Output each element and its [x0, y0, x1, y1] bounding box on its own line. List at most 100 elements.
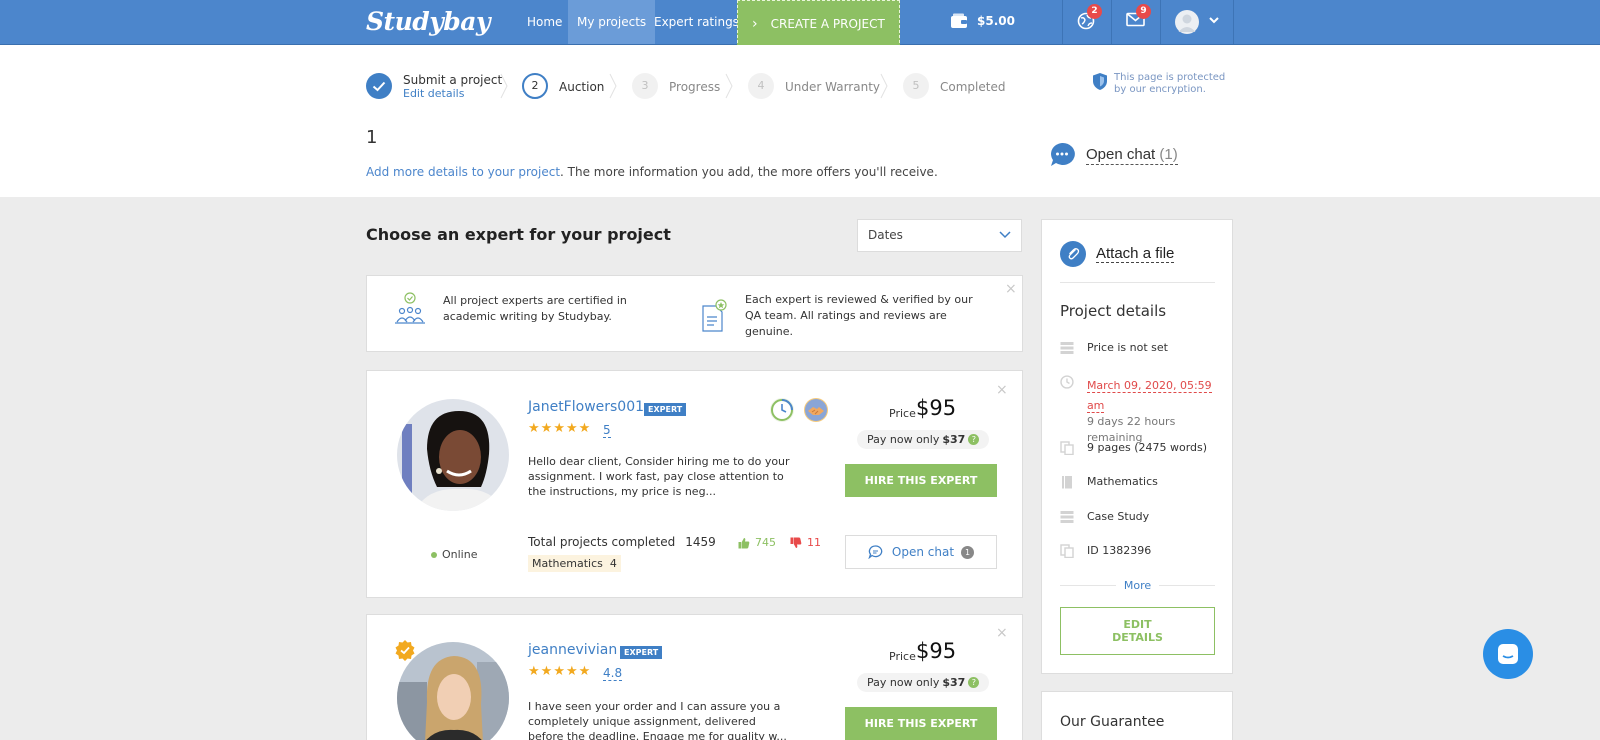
- expert-card: jeannevivian EXPERT ★ ★ ★ ★ ★ 4.8 I have see…: [366, 614, 1023, 740]
- chat-icon: [868, 545, 883, 559]
- chat-widget-icon: [1498, 644, 1518, 664]
- edit-label-line-2: DETAILS: [1112, 631, 1163, 644]
- subject-tag: Mathematics 4: [528, 555, 621, 572]
- dismiss-expert-icon[interactable]: ×: [996, 625, 1008, 641]
- chevron-down-icon[interactable]: [1208, 14, 1220, 26]
- subject-name: Mathematics: [532, 557, 603, 570]
- price-label: Price: [889, 407, 916, 420]
- subject-count: 4: [609, 557, 617, 570]
- create-project-button[interactable]: › CREATE A PROJECT: [737, 0, 900, 48]
- price-tag-icon: [1060, 342, 1074, 354]
- step-1-done: [366, 73, 392, 99]
- chevron-right-icon: ›: [752, 16, 758, 32]
- globe-notifications[interactable]: 2: [1077, 4, 1102, 30]
- open-chat-link[interactable]: Open chat (1): [1048, 141, 1178, 169]
- star-icon: ★: [553, 421, 565, 436]
- nav-my-projects[interactable]: My projects: [568, 0, 656, 44]
- expert-badge: EXPERT: [644, 403, 687, 416]
- more-toggle[interactable]: More: [1060, 579, 1215, 592]
- rating-stars: ★ ★ ★ ★ ★: [528, 421, 591, 436]
- expert-card: Online JanetFlowers001 EXPERT ★ ★ ★ ★ ★ 5 He…: [366, 370, 1023, 598]
- rating-value[interactable]: 5: [603, 423, 611, 438]
- rating-stars: ★ ★ ★ ★ ★: [528, 664, 591, 679]
- pages-icon: [1060, 441, 1074, 455]
- book-icon: [1062, 476, 1072, 489]
- deadline-value[interactable]: March 09, 2020, 05:59 am: [1086, 379, 1212, 413]
- step-3-circle: 3: [632, 73, 658, 99]
- header-divider: [1160, 0, 1161, 44]
- online-dot-icon: [431, 551, 437, 558]
- chat-unread-count: 1: [961, 545, 975, 559]
- user-silhouette-icon: [1178, 14, 1196, 32]
- user-avatar[interactable]: [1175, 10, 1199, 34]
- support-chat-button[interactable]: [1483, 629, 1533, 679]
- detail-subject: Mathematics: [1060, 474, 1158, 490]
- sort-dropdown[interactable]: Dates: [857, 219, 1022, 252]
- step-2-circle: 2: [522, 73, 548, 99]
- expert-name[interactable]: jeannevivian: [528, 642, 617, 658]
- step-5-circle: 5: [903, 73, 929, 99]
- chat-bubble-icon: [1051, 142, 1075, 166]
- id-value: ID 1382396: [1087, 544, 1152, 557]
- messages[interactable]: 9: [1126, 4, 1151, 27]
- wallet-balance[interactable]: $5.00: [950, 13, 1015, 29]
- expert-avatar-image: [397, 399, 509, 511]
- attach-file-link[interactable]: Attach a file: [1060, 241, 1175, 267]
- add-more-details-link[interactable]: Add more details to your project: [366, 165, 560, 179]
- detail-id: ID 1382396: [1060, 543, 1151, 559]
- step-1-label: Submit a project: [403, 73, 503, 87]
- messages-badge: 9: [1136, 4, 1151, 19]
- security-line-2: by our encryption.: [1114, 84, 1206, 95]
- more-label: More: [1123, 579, 1152, 592]
- downvote-count: 11: [807, 536, 821, 549]
- dismiss-expert-icon[interactable]: ×: [996, 382, 1008, 398]
- pay-now-amount: $37: [942, 676, 966, 689]
- step-3-label: Progress: [669, 80, 721, 94]
- step-4-label: Under Warranty: [785, 80, 881, 94]
- achievement-badge[interactable]: [804, 398, 828, 422]
- edit-details-link[interactable]: Edit details: [403, 87, 464, 100]
- edit-details-button[interactable]: EDIT DETAILS: [1060, 607, 1215, 655]
- star-icon: ★: [528, 664, 540, 679]
- rating-value[interactable]: 4.8: [603, 666, 623, 681]
- paperclip-icon: [1060, 241, 1086, 267]
- security-note: This page is protected by our encryption…: [1092, 72, 1225, 96]
- step-separator: [725, 73, 733, 99]
- header-divider: [1062, 0, 1063, 44]
- verified-document-icon: [702, 299, 727, 332]
- hire-expert-button[interactable]: HIRE THIS EXPERT: [845, 707, 997, 740]
- open-chat-count: (1): [1159, 145, 1178, 163]
- step-5-label: Completed: [940, 80, 1006, 94]
- notifications-badge: 2: [1087, 4, 1102, 19]
- star-icon: ★: [565, 664, 578, 679]
- expert-name[interactable]: JanetFlowers001: [528, 399, 644, 415]
- close-banner-icon[interactable]: ×: [1005, 281, 1017, 297]
- pay-now-label: Pay now only: [867, 676, 940, 689]
- help-icon[interactable]: ?: [968, 677, 980, 688]
- open-chat-button[interactable]: Open chat 1: [845, 535, 997, 569]
- divider: [1060, 282, 1215, 283]
- project-summary-section: Submit a project Edit details 2 Auction …: [0, 45, 1600, 197]
- wallet-icon: [951, 13, 967, 28]
- pay-now-label: Pay now only: [867, 433, 940, 446]
- section-title: Choose an expert for your project: [366, 225, 671, 244]
- upvote-count: 745: [755, 536, 776, 549]
- expert-photo[interactable]: [397, 399, 509, 511]
- star-icon: ★: [553, 664, 565, 679]
- expert-description: Hello dear client, Consider hiring me to…: [528, 455, 790, 498]
- nav-home[interactable]: Home: [518, 0, 571, 44]
- help-icon[interactable]: ?: [968, 434, 980, 445]
- nav-expert-ratings[interactable]: Expert ratings: [645, 0, 748, 44]
- subject-value: Mathematics: [1087, 475, 1158, 488]
- verified-badge-icon: [395, 640, 415, 661]
- header-divider: [1233, 0, 1234, 44]
- copy-icon: [1060, 544, 1074, 558]
- type-value: Case Study: [1087, 510, 1150, 523]
- guarantee-card: Our Guarantee: [1041, 691, 1233, 740]
- hire-expert-button[interactable]: HIRE THIS EXPERT: [845, 464, 997, 497]
- header-divider: [1111, 0, 1112, 44]
- studybay-logo[interactable]: Studybay: [366, 7, 491, 36]
- detail-type: Case Study: [1060, 509, 1149, 525]
- review-votes: 745 11: [738, 536, 821, 549]
- achievement-badge[interactable]: [770, 398, 794, 422]
